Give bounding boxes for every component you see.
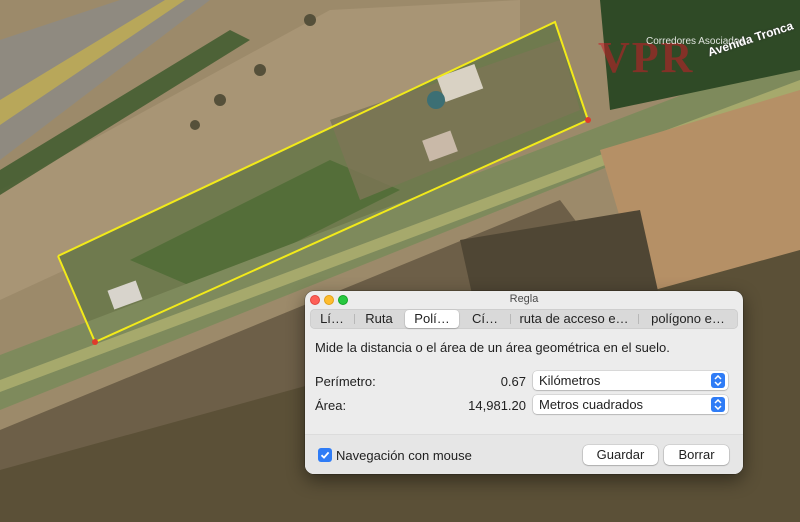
tool-tabs: Lí… Ruta Polí… Cí… ruta de acceso e… pol… [310, 309, 738, 329]
perimeter-unit-select[interactable]: Kilómetros [533, 371, 728, 390]
title-bar[interactable]: Regla [305, 291, 743, 309]
tab-poligono-3d[interactable]: polígono e… [638, 310, 738, 328]
tab-poligono[interactable]: Polí… [405, 310, 459, 328]
tab-ruta-de-acceso[interactable]: ruta de acceso e… [510, 310, 638, 328]
chevron-updown-icon [711, 397, 725, 412]
tool-description: Mide la distancia o el área de un área g… [315, 340, 670, 355]
area-value: 14,981.20 [468, 398, 526, 413]
tab-ruta[interactable]: Ruta [354, 310, 404, 328]
window-title: Regla [509, 293, 539, 305]
area-label: Área: [315, 398, 347, 413]
mouse-navigation-label[interactable]: Navegación con mouse [336, 448, 472, 463]
area-unit-value: Metros cuadrados [539, 397, 644, 412]
mouse-navigation-checkbox[interactable] [318, 448, 332, 462]
tab-linea[interactable]: Lí… [310, 310, 354, 328]
area-unit-select[interactable]: Metros cuadrados [533, 395, 728, 414]
perimeter-label: Perímetro: [315, 374, 376, 389]
perimeter-unit-value: Kilómetros [539, 373, 601, 388]
checkmark-icon [320, 451, 330, 459]
perimeter-value: 0.67 [500, 374, 526, 389]
save-button[interactable]: Guardar [583, 445, 658, 465]
chevron-updown-icon [711, 373, 725, 388]
clear-button[interactable]: Borrar [664, 445, 729, 465]
ruler-window: Regla Lí… Ruta Polí… Cí… ruta de acceso … [305, 291, 743, 474]
tab-circulo[interactable]: Cí… [460, 310, 510, 328]
